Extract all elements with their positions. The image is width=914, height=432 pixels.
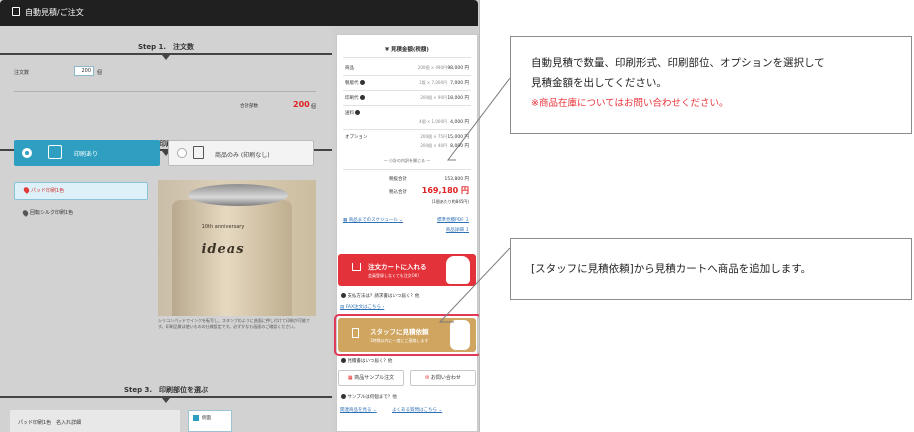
estimate-instruction-callout: 自動見積で数量、印刷形式、印刷部位、オプションを選択して 見積金額を出してくださ… [510, 36, 912, 134]
callout1-line2: 見積金額を出してください。 [531, 77, 667, 89]
staff-request-callout: [スタッフに見積依頼]から見積カートへ商品を追加します。 [510, 238, 912, 300]
callout1-line1: 自動見積で数量、印刷形式、印刷部位、オプションを選択して [531, 57, 825, 69]
callout2-line1: [スタッフに見積依頼]から見積カートへ商品を追加します。 [531, 263, 812, 275]
callout1-stock-note: ※商品在庫についてはお問い合わせください。 [531, 98, 729, 109]
